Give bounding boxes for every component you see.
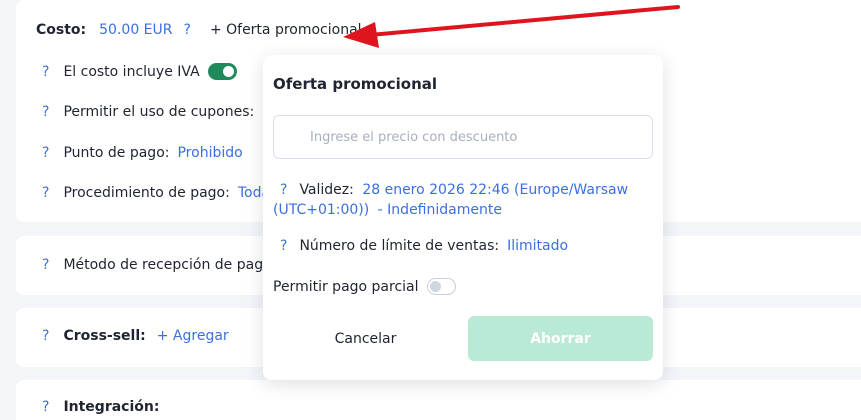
annotation-arrow-icon bbox=[343, 5, 680, 48]
